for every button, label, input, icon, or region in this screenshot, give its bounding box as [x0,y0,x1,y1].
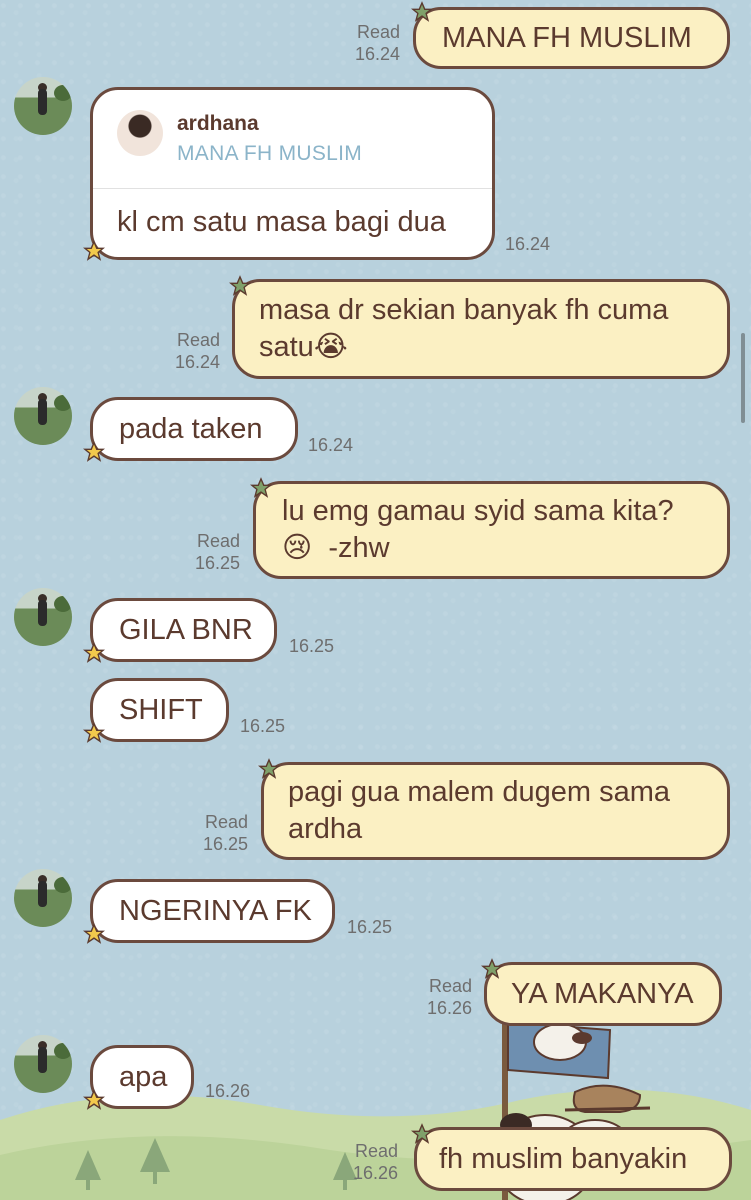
read-receipt: Read 16.24 [354,22,400,64]
message-time: 16.26 [205,1081,251,1101]
star-icon [83,441,105,462]
message-bubble-incoming[interactable]: SHIFT [90,678,229,742]
star-icon [229,275,251,296]
message-text: YA MAKANYA [511,977,694,1010]
chat-view[interactable]: Read 16.24 MANA FH MUSLIM ardhana MANA FH… [0,0,751,1200]
message-bubble-outgoing[interactable]: lu emg gamau syid sama kita? 😢 -zhw [253,481,730,579]
message-bubble-outgoing[interactable]: pagi gua malem dugem sama ardha [261,762,730,860]
scrollbar[interactable] [741,333,745,423]
message-text: lu emg gamau syid sama kita? 😢 -zhw [282,495,674,564]
message-time: 16.25 [240,716,286,736]
message-bubble-incoming[interactable]: NGERINYA FK [90,879,335,943]
reply-quoted-text: MANA FH MUSLIM [177,142,363,165]
reply-sender-name: ardhana [177,112,259,135]
star-icon [411,1123,433,1144]
message-time: 16.24 [308,435,354,455]
message-bubble-incoming[interactable]: GILA BNR [90,598,277,662]
message-text: kl cm satu masa bagi dua [117,206,446,238]
message-bubble-outgoing[interactable]: masa dr sekian banyak fh cuma satu😭 [232,279,730,379]
message-text: pagi gua malem dugem sama ardha [288,776,671,845]
read-receipt: Read 16.24 [174,330,220,372]
message-bubble-outgoing[interactable]: YA MAKANYA [484,962,722,1026]
message-text: masa dr sekian banyak fh cuma satu😭 [259,294,669,363]
message-text: GILA BNR [119,613,253,646]
message-text: NGERINYA FK [119,894,312,927]
reply-avatar [117,110,163,156]
read-receipt: Read 16.25 [202,812,248,854]
message-text: SHIFT [119,693,203,726]
contact-avatar[interactable] [14,387,72,445]
star-icon [411,1,433,22]
read-receipt: Read 16.26 [426,976,472,1018]
star-icon [83,642,105,663]
message-time: 16.24 [505,234,551,254]
star-icon [258,758,280,779]
read-receipt: Read 16.26 [352,1141,398,1183]
reply-preview[interactable]: ardhana MANA FH MUSLIM [93,90,492,189]
contact-avatar[interactable] [14,77,72,135]
message-bubble-incoming-reply[interactable]: ardhana MANA FH MUSLIM kl cm satu masa b… [90,87,495,260]
star-icon [83,722,105,743]
contact-avatar[interactable] [14,869,72,927]
message-time: 16.25 [347,917,393,937]
read-receipt: Read 16.25 [194,531,240,573]
message-text: fh muslim banyakin [439,1142,688,1175]
star-icon [481,958,503,979]
message-bubble-outgoing[interactable]: fh muslim banyakin [414,1127,732,1191]
message-time: 16.25 [289,636,335,656]
message-text: pada taken [119,412,263,445]
star-icon [83,240,105,261]
contact-avatar[interactable] [14,1035,72,1093]
star-icon [83,1089,105,1110]
message-text: MANA FH MUSLIM [442,21,692,54]
message-bubble-incoming[interactable]: pada taken [90,397,298,461]
contact-avatar[interactable] [14,588,72,646]
message-bubble-incoming[interactable]: apa [90,1045,194,1109]
message-text: apa [119,1060,168,1093]
star-icon [250,477,272,498]
message-bubble-outgoing[interactable]: MANA FH MUSLIM [413,7,730,69]
star-icon [83,923,105,944]
